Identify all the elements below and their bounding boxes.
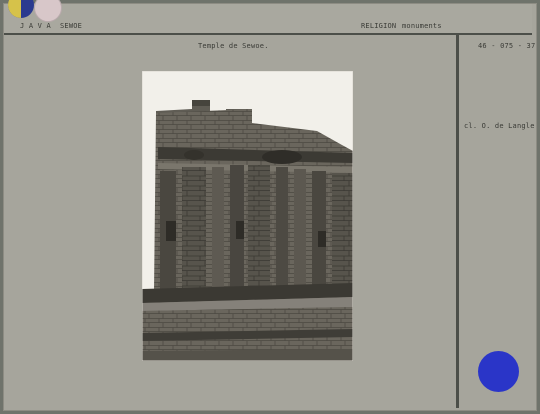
- reference-number: 46 - 075 - 37: [478, 42, 536, 50]
- category-label: RELIGION: [361, 22, 397, 30]
- site-label: SEWOE: [60, 22, 83, 30]
- yellow-dot-marker: [8, 0, 21, 18]
- pink-dot-marker: [34, 0, 62, 22]
- header-band: J A V A SEWOE RELIGION monuments: [4, 0, 532, 35]
- temple-ruin-image: [142, 71, 353, 361]
- column-divider: [456, 35, 459, 408]
- photo-credit: cl. O. de Langle: [464, 122, 535, 130]
- subcategory-label: monuments: [402, 22, 442, 30]
- country-label: J A V A: [20, 22, 51, 30]
- photo-caption: Temple de Sewoe.: [198, 42, 269, 50]
- blue-stamp-circle: [478, 351, 519, 392]
- temple-photograph: [142, 71, 353, 361]
